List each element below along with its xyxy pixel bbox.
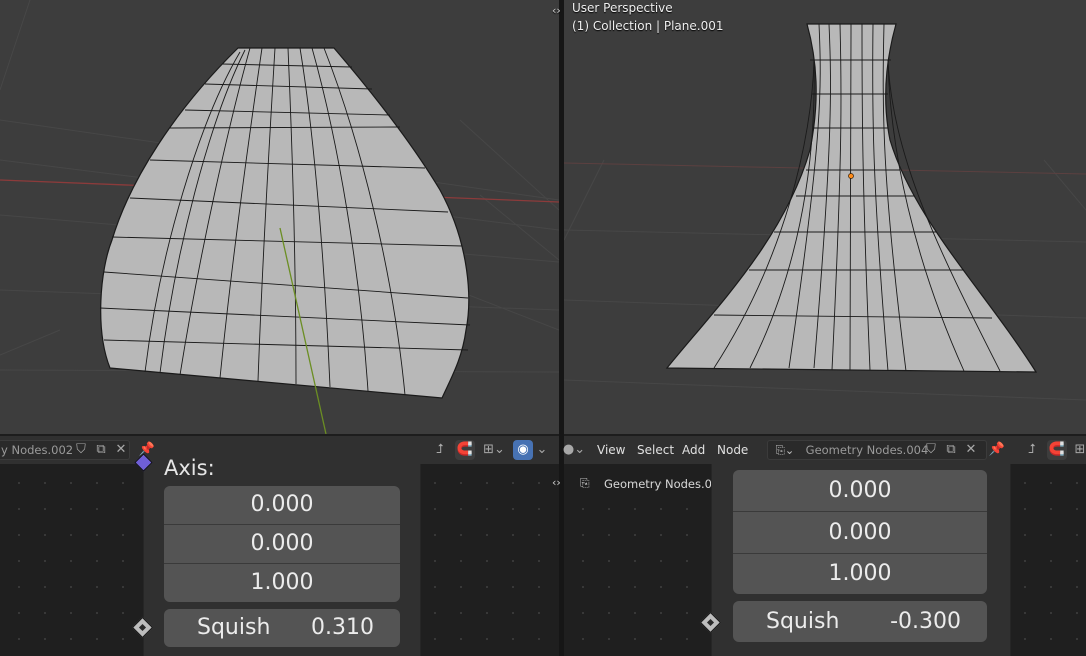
squish-field[interactable]: Squish 0.310 [164,609,400,647]
node-tree-icon: ⎘⌄ [775,443,795,457]
axis-vector-field: 0.000 0.000 1.000 [733,470,987,594]
node-tree-icon: ⎘ [580,476,590,490]
snap-target-icon[interactable]: ⊞⌄ [480,440,508,460]
node-left[interactable]: Axis: 0.000 0.000 1.000 Squish 0.310 [143,456,421,656]
sidebar-toggle-icon[interactable]: ‹› [552,476,561,489]
viewport-right-canvas [564,23,1086,401]
viewport-right[interactable]: User Perspective (1) Collection | Plane.… [564,0,1086,434]
mesh-right [665,23,1038,373]
pin-icon[interactable]: 📌 [987,440,1007,460]
parent-node-tree-icon[interactable]: ⮥ [430,440,450,460]
parent-node-tree-icon[interactable]: ⮥ [1022,440,1042,460]
snap-target-icon[interactable]: ⊞ [1070,440,1086,460]
area-split-icon[interactable]: ‹› [552,4,561,17]
node-right[interactable]: 0.000 0.000 1.000 Squish -0.300 [711,464,1011,656]
fake-user-icon[interactable]: ⛉ [921,440,941,460]
squish-label: Squish [197,615,271,640]
axis-x-field[interactable]: 0.000 [164,486,400,525]
breadcrumb[interactable]: Geometry Nodes.004 [604,477,727,491]
axis-z-field[interactable]: 1.000 [733,554,987,594]
menu-add[interactable]: Add [682,443,705,457]
squish-value: 0.310 [311,615,374,640]
viewport-collection-label: (1) Collection | Plane.001 [572,19,724,33]
duplicate-icon[interactable]: ⧉ [91,440,111,460]
node-tree-name-left: y Nodes.002 [1,443,74,457]
axis-y-field[interactable]: 0.000 [164,525,400,564]
axis-x-field[interactable]: 0.000 [733,470,987,512]
node-tree-name-right: Geometry Nodes.004 [805,443,929,457]
viewport-left-canvas [0,0,559,434]
fake-user-icon[interactable]: ⛉ [71,440,91,460]
squish-field[interactable]: Squish -0.300 [733,601,987,642]
snap-icon[interactable]: 🧲 [1047,440,1067,460]
axis-y-field[interactable]: 0.000 [733,512,987,554]
editor-type-icon[interactable]: ●⌄ [562,440,586,460]
axis-z-field[interactable]: 1.000 [164,564,400,602]
duplicate-icon[interactable]: ⧉ [941,440,961,460]
snap-icon[interactable]: 🧲 [455,440,475,460]
axis-vector-field: 0.000 0.000 1.000 [164,486,400,602]
mesh-left [100,47,470,399]
close-icon[interactable]: ✕ [111,440,131,460]
menu-select[interactable]: Select [637,443,674,457]
overlay-dropdown-icon[interactable]: ⌄ [533,440,551,460]
object-origin[interactable] [848,173,854,179]
close-icon[interactable]: ✕ [961,440,981,460]
axis-label: Axis: [164,456,215,480]
squish-label: Squish [766,609,840,634]
squish-value: -0.300 [890,609,961,634]
overlay-icon[interactable]: ◉ [513,440,533,460]
menu-view[interactable]: View [597,443,625,457]
menu-node[interactable]: Node [717,443,748,457]
viewport-left[interactable] [0,0,559,434]
viewport-perspective-label: User Perspective [572,1,673,15]
